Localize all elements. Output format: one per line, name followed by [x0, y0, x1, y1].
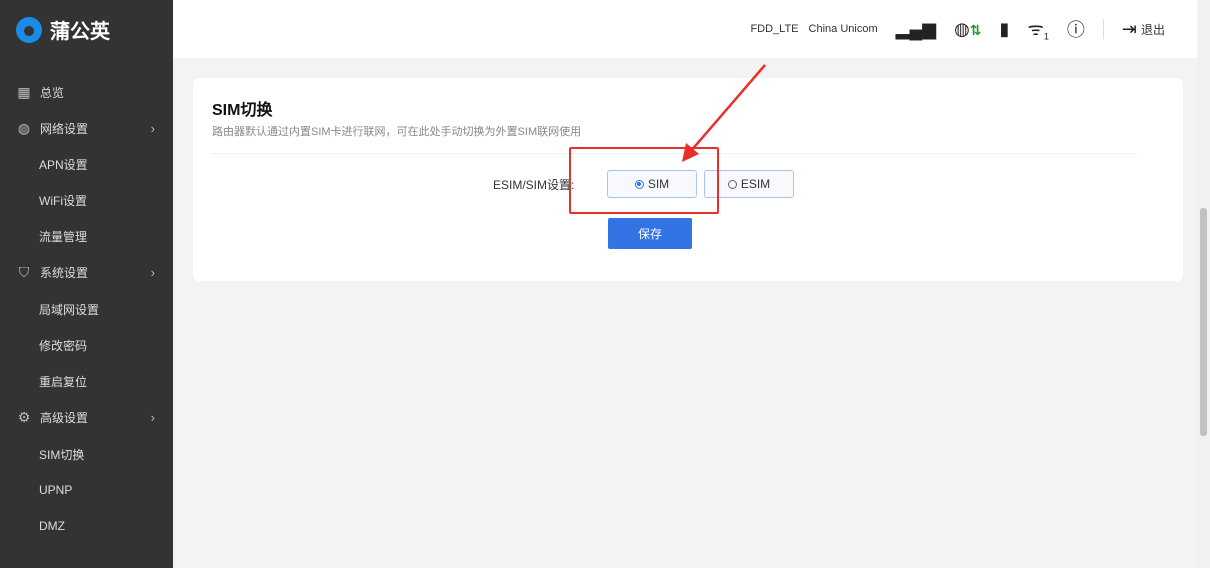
scrollbar-thumb[interactable]	[1200, 208, 1207, 436]
annotation-arrow	[682, 64, 766, 162]
scrollbar[interactable]	[1197, 0, 1210, 568]
